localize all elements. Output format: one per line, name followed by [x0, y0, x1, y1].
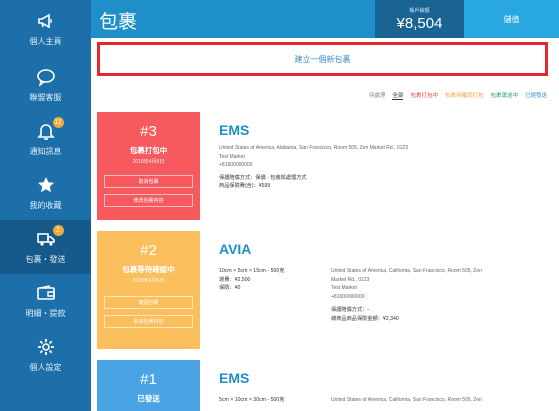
sidebar-item-settings[interactable]: 個人設定	[0, 328, 91, 382]
star-icon	[35, 175, 57, 195]
truck-icon: 2	[35, 225, 64, 249]
status-panel: #1 已發送	[97, 360, 200, 411]
create-parcel-button[interactable]: 建立一個新包裹	[97, 42, 548, 76]
sidebar: 個人主頁 聯盟客服 11 通知訊息 我的收藏 2 包裹・發送 明細・提款 個人設…	[0, 0, 91, 411]
filter-in-transit[interactable]: 包裹運送中	[490, 91, 518, 100]
info-line: 總商品商品保險金額：¥2,340	[331, 315, 399, 322]
create-parcel-label: 建立一個新包裹	[294, 54, 351, 64]
parcel-card: #1 已發送 EMS 5cm × 10cm × 30cm - 500克 Unit…	[97, 360, 548, 411]
sidebar-item-home[interactable]: 個人主頁	[0, 0, 91, 58]
address-line: Market Rd., 0123	[331, 276, 370, 283]
parcel-status: 已發送	[137, 394, 160, 403]
address-line: United States of America, Alabama, San F…	[219, 145, 408, 151]
wallet-icon	[35, 283, 57, 303]
parcel-dimensions: 5cm × 10cm × 30cm - 500克	[219, 397, 285, 403]
parcel-status: 包裹等待確認中	[122, 265, 175, 274]
balance-label: 帳戶餘額	[409, 7, 430, 14]
filter-sent[interactable]: 已經發送	[525, 91, 547, 100]
bell-icon: 11	[35, 117, 64, 141]
carrier-name: EMS	[219, 370, 250, 386]
address-line: United States of America, California, Sa…	[331, 397, 482, 403]
shipping-fee: 運費：¥2,500	[219, 276, 251, 283]
parcel-date: 2018年4月6日	[132, 278, 165, 284]
filter-all[interactable]: 全部	[392, 91, 404, 100]
address-line: United States of America, California, Sa…	[331, 268, 482, 274]
address-line: Test Market	[219, 153, 245, 160]
sidebar-item-label: 個人設定	[29, 363, 62, 372]
edit-parcel-button[interactable]: 修改包裹內容	[104, 194, 193, 207]
info-line: 保護賠償方式：保價 · 包裝與處理方式	[219, 174, 307, 181]
sidebar-item-label: 個人主頁	[29, 37, 62, 46]
filter-pending[interactable]: 待處理	[369, 91, 386, 100]
parcel-detail: AVIA 10cm × 5cm × 15cm - 500克 運費：¥2,500 …	[219, 231, 548, 349]
parcel-date: 2018年4月9日	[132, 159, 165, 165]
carrier-name: AVIA	[219, 241, 252, 257]
parcel-card: #2 包裹等待確認中 2018年4月6日 確認包裹 取消包裹內容 AVIA 10…	[97, 231, 548, 349]
sidebar-item-favorites[interactable]: 我的收藏	[0, 166, 91, 220]
sidebar-item-label: 聯盟客服	[29, 93, 62, 102]
parcel-dimensions: 10cm × 5cm × 15cm - 500克	[219, 268, 285, 274]
filter-awaiting-confirmation[interactable]: 包裹待確認打包	[445, 91, 484, 100]
sidebar-item-wallet[interactable]: 明細・提款	[0, 274, 91, 328]
header: 包裹 帳戶餘額 ¥8,504 儲值	[91, 0, 559, 38]
carrier-name: EMS	[219, 122, 250, 138]
parcel-detail: EMS 5cm × 10cm × 30cm - 500克 United Stat…	[219, 360, 548, 411]
address-line: Test Market	[331, 285, 357, 291]
cancel-contents-button[interactable]: 取消包裹內容	[104, 315, 193, 328]
balance-value: ¥8,504	[396, 14, 443, 32]
parcel-number: #2	[140, 242, 157, 259]
parcel-detail: EMS United States of America, Alabama, S…	[219, 112, 548, 220]
sidebar-item-label: 我的收藏	[29, 201, 62, 210]
parcel-number: #3	[140, 123, 157, 140]
insurance-fee: 保險：¥0	[219, 285, 241, 291]
status-filters: 待處理 全部 包裹打包中 包裹待確認打包 包裹運送中 已經發送	[369, 91, 547, 100]
info-line: 商品保險費(含)：¥599	[219, 183, 271, 189]
page-title: 包裹	[99, 12, 138, 33]
filter-packing[interactable]: 包裹打包中	[410, 91, 438, 100]
cancel-parcel-button[interactable]: 取消包裹	[104, 175, 193, 188]
info-line: 保護賠償方式：-	[331, 307, 370, 313]
parcel-status: 包裹打包中	[129, 146, 168, 155]
confirm-parcel-button[interactable]: 確認包裹	[104, 296, 193, 309]
topup-button[interactable]: 儲值	[464, 0, 559, 38]
address-line: +81600000000	[331, 293, 365, 300]
parcel-badge: 2	[52, 225, 64, 236]
megaphone-icon	[35, 11, 57, 31]
sidebar-item-notifications[interactable]: 11 通知訊息	[0, 112, 91, 166]
sidebar-item-label: 包裹・發送	[25, 255, 66, 264]
sidebar-item-label: 明細・提款	[25, 309, 66, 318]
balance-box: 帳戶餘額 ¥8,504	[375, 0, 464, 38]
sidebar-item-label: 通知訊息	[29, 147, 62, 156]
sidebar-item-parcels[interactable]: 2 包裹・發送	[0, 220, 91, 274]
parcel-card: #3 包裹打包中 2018年4月9日 取消包裹 修改包裹內容 EMS Unite…	[97, 112, 548, 220]
sidebar-item-support[interactable]: 聯盟客服	[0, 58, 91, 112]
main-content: 建立一個新包裹 待處理 全部 包裹打包中 包裹待確認打包 包裹運送中 已經發送 …	[91, 38, 559, 411]
parcel-number: #1	[140, 371, 157, 388]
status-panel: #3 包裹打包中 2018年4月9日 取消包裹 修改包裹內容	[97, 112, 200, 220]
chat-bubble-icon	[35, 67, 57, 87]
status-panel: #2 包裹等待確認中 2018年4月6日 確認包裹 取消包裹內容	[97, 231, 200, 349]
notification-badge: 11	[52, 117, 64, 128]
address-line: +81600000000	[219, 162, 253, 168]
gear-icon	[35, 337, 57, 357]
